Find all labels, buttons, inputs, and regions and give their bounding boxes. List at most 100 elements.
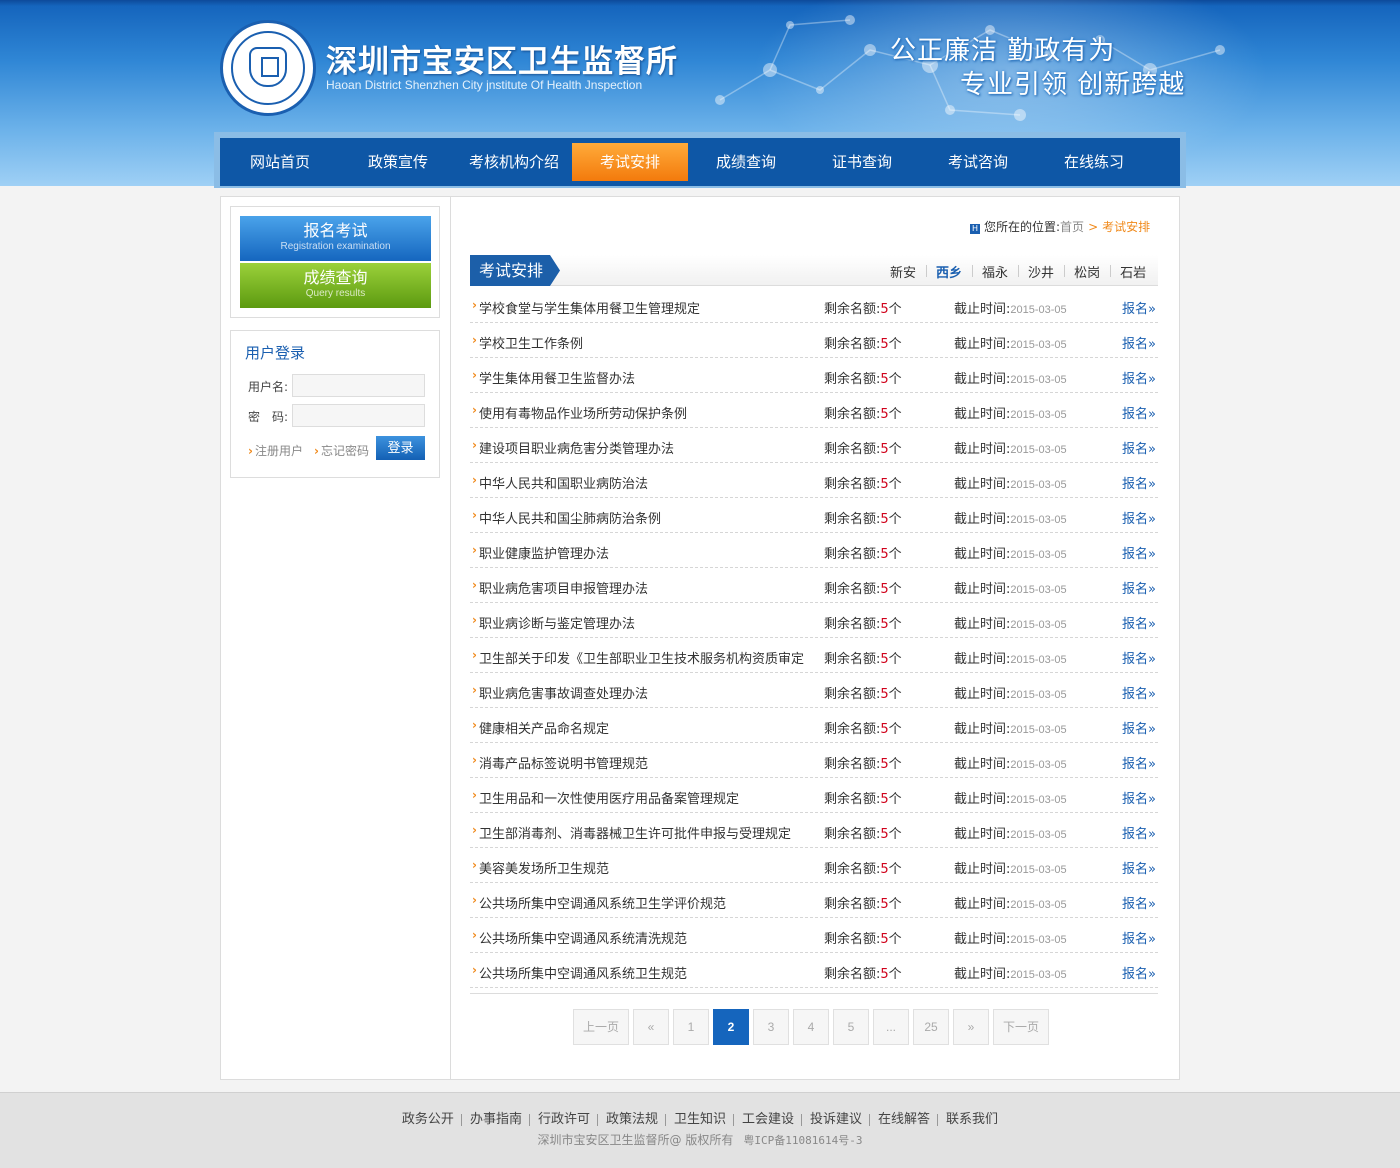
signup-link[interactable]: 报名» <box>1122 928 1156 947</box>
exam-title-link[interactable]: 卫生用品和一次性使用医疗用品备案管理规定 <box>479 788 739 807</box>
footer-link[interactable]: 政策法规 <box>598 1112 666 1127</box>
bullet-icon: › <box>472 438 477 452</box>
signup-link[interactable]: 报名» <box>1122 473 1156 492</box>
remaining-label: 剩余名额: <box>824 337 881 352</box>
prev-page-button[interactable]: 上一页 <box>573 1009 629 1045</box>
exam-title-link[interactable]: 学校食堂与学生集体用餐卫生管理规定 <box>479 298 700 317</box>
main-nav: 网站首页 政策宣传 考核机构介绍 考试安排 成绩查询 证书查询 考试咨询 在线练习 <box>220 138 1180 186</box>
exam-title-link[interactable]: 公共场所集中空调通风系统卫生学评价规范 <box>479 893 726 912</box>
table-row: › 职业健康监护管理办法 剩余名额:5个 截止时间:2015-03-05 报名» <box>470 533 1158 568</box>
signup-link[interactable]: 报名» <box>1122 368 1156 387</box>
nav-item-0[interactable]: 网站首页 <box>220 138 340 186</box>
next-page-button[interactable]: 下一页 <box>993 1009 1049 1045</box>
footer-link[interactable]: 联系我们 <box>938 1112 1006 1127</box>
deadline-date: 2015-03-05 <box>1010 584 1067 596</box>
exam-title-link[interactable]: 使用有毒物品作业场所劳动保护条例 <box>479 403 687 422</box>
signup-link[interactable]: 报名» <box>1122 333 1156 352</box>
signup-link[interactable]: 报名» <box>1122 298 1156 317</box>
exam-title-link[interactable]: 健康相关产品命名规定 <box>479 718 609 737</box>
nav-item-3[interactable]: 考试安排 <box>572 143 688 181</box>
page-button[interactable]: 3 <box>753 1009 789 1045</box>
district-tab-2[interactable]: 福永 <box>972 262 1018 281</box>
remaining-seats: 剩余名额:5个 <box>824 368 902 387</box>
exam-title-link[interactable]: 职业病危害项目申报管理办法 <box>479 578 648 597</box>
signup-link[interactable]: 报名» <box>1122 613 1156 632</box>
exam-title-link[interactable]: 公共场所集中空调通风系统卫生规范 <box>479 963 687 982</box>
deadline-label: 截止时间: <box>954 407 1011 422</box>
last-page-button[interactable]: » <box>953 1009 989 1045</box>
deadline-date: 2015-03-05 <box>1010 794 1067 806</box>
breadcrumb-home-link[interactable]: 首页 <box>1060 220 1084 234</box>
district-tab-1[interactable]: 西乡 <box>926 262 972 281</box>
remaining-unit: 个 <box>888 477 902 492</box>
signup-link[interactable]: 报名» <box>1122 718 1156 737</box>
site-logo[interactable] <box>220 20 316 116</box>
page-button[interactable]: ... <box>873 1009 909 1045</box>
footer-link[interactable]: 工会建设 <box>734 1112 802 1127</box>
nav-item-2[interactable]: 考核机构介绍 <box>456 138 572 186</box>
signup-link[interactable]: 报名» <box>1122 858 1156 877</box>
district-tab-5[interactable]: 石岩 <box>1110 262 1156 281</box>
deadline-date: 2015-03-05 <box>1010 689 1067 701</box>
page-button[interactable]: 2 <box>713 1009 749 1045</box>
username-input[interactable] <box>292 374 425 397</box>
forgot-password-link[interactable]: 忘记密码 <box>314 442 369 459</box>
signup-link[interactable]: 报名» <box>1122 753 1156 772</box>
login-button[interactable]: 登录 <box>376 436 425 460</box>
nav-item-5[interactable]: 证书查询 <box>804 138 920 186</box>
exam-title-link[interactable]: 卫生部消毒剂、消毒器械卫生许可批件申报与受理规定 <box>479 823 791 842</box>
page-button[interactable]: 5 <box>833 1009 869 1045</box>
first-page-button[interactable]: « <box>633 1009 669 1045</box>
exam-title-link[interactable]: 公共场所集中空调通风系统清洗规范 <box>479 928 687 947</box>
signup-link[interactable]: 报名» <box>1122 823 1156 842</box>
signup-link[interactable]: 报名» <box>1122 403 1156 422</box>
exam-title-link[interactable]: 中华人民共和国尘肺病防治条例 <box>479 508 661 527</box>
remaining-unit: 个 <box>888 372 902 387</box>
deadline: 截止时间:2015-03-05 <box>954 613 1067 632</box>
footer-link[interactable]: 投诉建议 <box>802 1112 870 1127</box>
signup-link[interactable]: 报名» <box>1122 893 1156 912</box>
signup-link[interactable]: 报名» <box>1122 438 1156 457</box>
register-user-link[interactable]: 注册用户 <box>248 442 303 459</box>
district-tab-3[interactable]: 沙井 <box>1018 262 1064 281</box>
deadline-date: 2015-03-05 <box>1010 514 1067 526</box>
page-button[interactable]: 1 <box>673 1009 709 1045</box>
footer-link[interactable]: 卫生知识 <box>666 1112 734 1127</box>
exam-title-link[interactable]: 学生集体用餐卫生监督办法 <box>479 368 635 387</box>
exam-title-link[interactable]: 卫生部关于印发《卫生部职业卫生技术服务机构资质审定 <box>479 648 804 667</box>
exam-title-link[interactable]: 消毒产品标签说明书管理规范 <box>479 753 648 772</box>
exam-title-link[interactable]: 建设项目职业病危害分类管理办法 <box>479 438 674 457</box>
footer-link[interactable]: 办事指南 <box>462 1112 530 1127</box>
password-input[interactable] <box>292 404 425 427</box>
nav-item-4[interactable]: 成绩查询 <box>688 138 804 186</box>
exam-title-link[interactable]: 中华人民共和国职业病防治法 <box>479 473 648 492</box>
exam-title-link[interactable]: 美容美发场所卫生规范 <box>479 858 609 877</box>
footer-link[interactable]: 在线解答 <box>870 1112 938 1127</box>
footer-link[interactable]: 行政许可 <box>530 1112 598 1127</box>
page-button[interactable]: 4 <box>793 1009 829 1045</box>
signup-link[interactable]: 报名» <box>1122 683 1156 702</box>
query-results-button[interactable]: 成绩查询 Query results <box>240 263 431 308</box>
exam-title-link[interactable]: 职业病诊断与鉴定管理办法 <box>479 613 635 632</box>
remaining-count: 5 <box>880 407 889 422</box>
signup-link[interactable]: 报名» <box>1122 578 1156 597</box>
breadcrumb: H 您所在的位置:首页 > 考试安排 <box>970 218 1150 235</box>
signup-link[interactable]: 报名» <box>1122 788 1156 807</box>
exam-title-link[interactable]: 学校卫生工作条例 <box>479 333 583 352</box>
page-button[interactable]: 25 <box>913 1009 949 1045</box>
signup-link[interactable]: 报名» <box>1122 508 1156 527</box>
footer-link[interactable]: 政务公开 <box>394 1112 462 1127</box>
deadline: 截止时间:2015-03-05 <box>954 508 1067 527</box>
signup-link[interactable]: 报名» <box>1122 543 1156 562</box>
district-tab-4[interactable]: 松岗 <box>1064 262 1110 281</box>
exam-title-link[interactable]: 职业健康监护管理办法 <box>479 543 609 562</box>
district-tab-0[interactable]: 新安 <box>880 262 926 281</box>
nav-item-1[interactable]: 政策宣传 <box>340 138 456 186</box>
register-exam-button[interactable]: 报名考试 Registration examination <box>240 216 431 261</box>
signup-link[interactable]: 报名» <box>1122 648 1156 667</box>
signup-link[interactable]: 报名» <box>1122 963 1156 982</box>
exam-title-link[interactable]: 职业病危害事故调查处理办法 <box>479 683 648 702</box>
nav-item-7[interactable]: 在线练习 <box>1036 138 1152 186</box>
remaining-seats: 剩余名额:5个 <box>824 753 902 772</box>
nav-item-6[interactable]: 考试咨询 <box>920 138 1036 186</box>
